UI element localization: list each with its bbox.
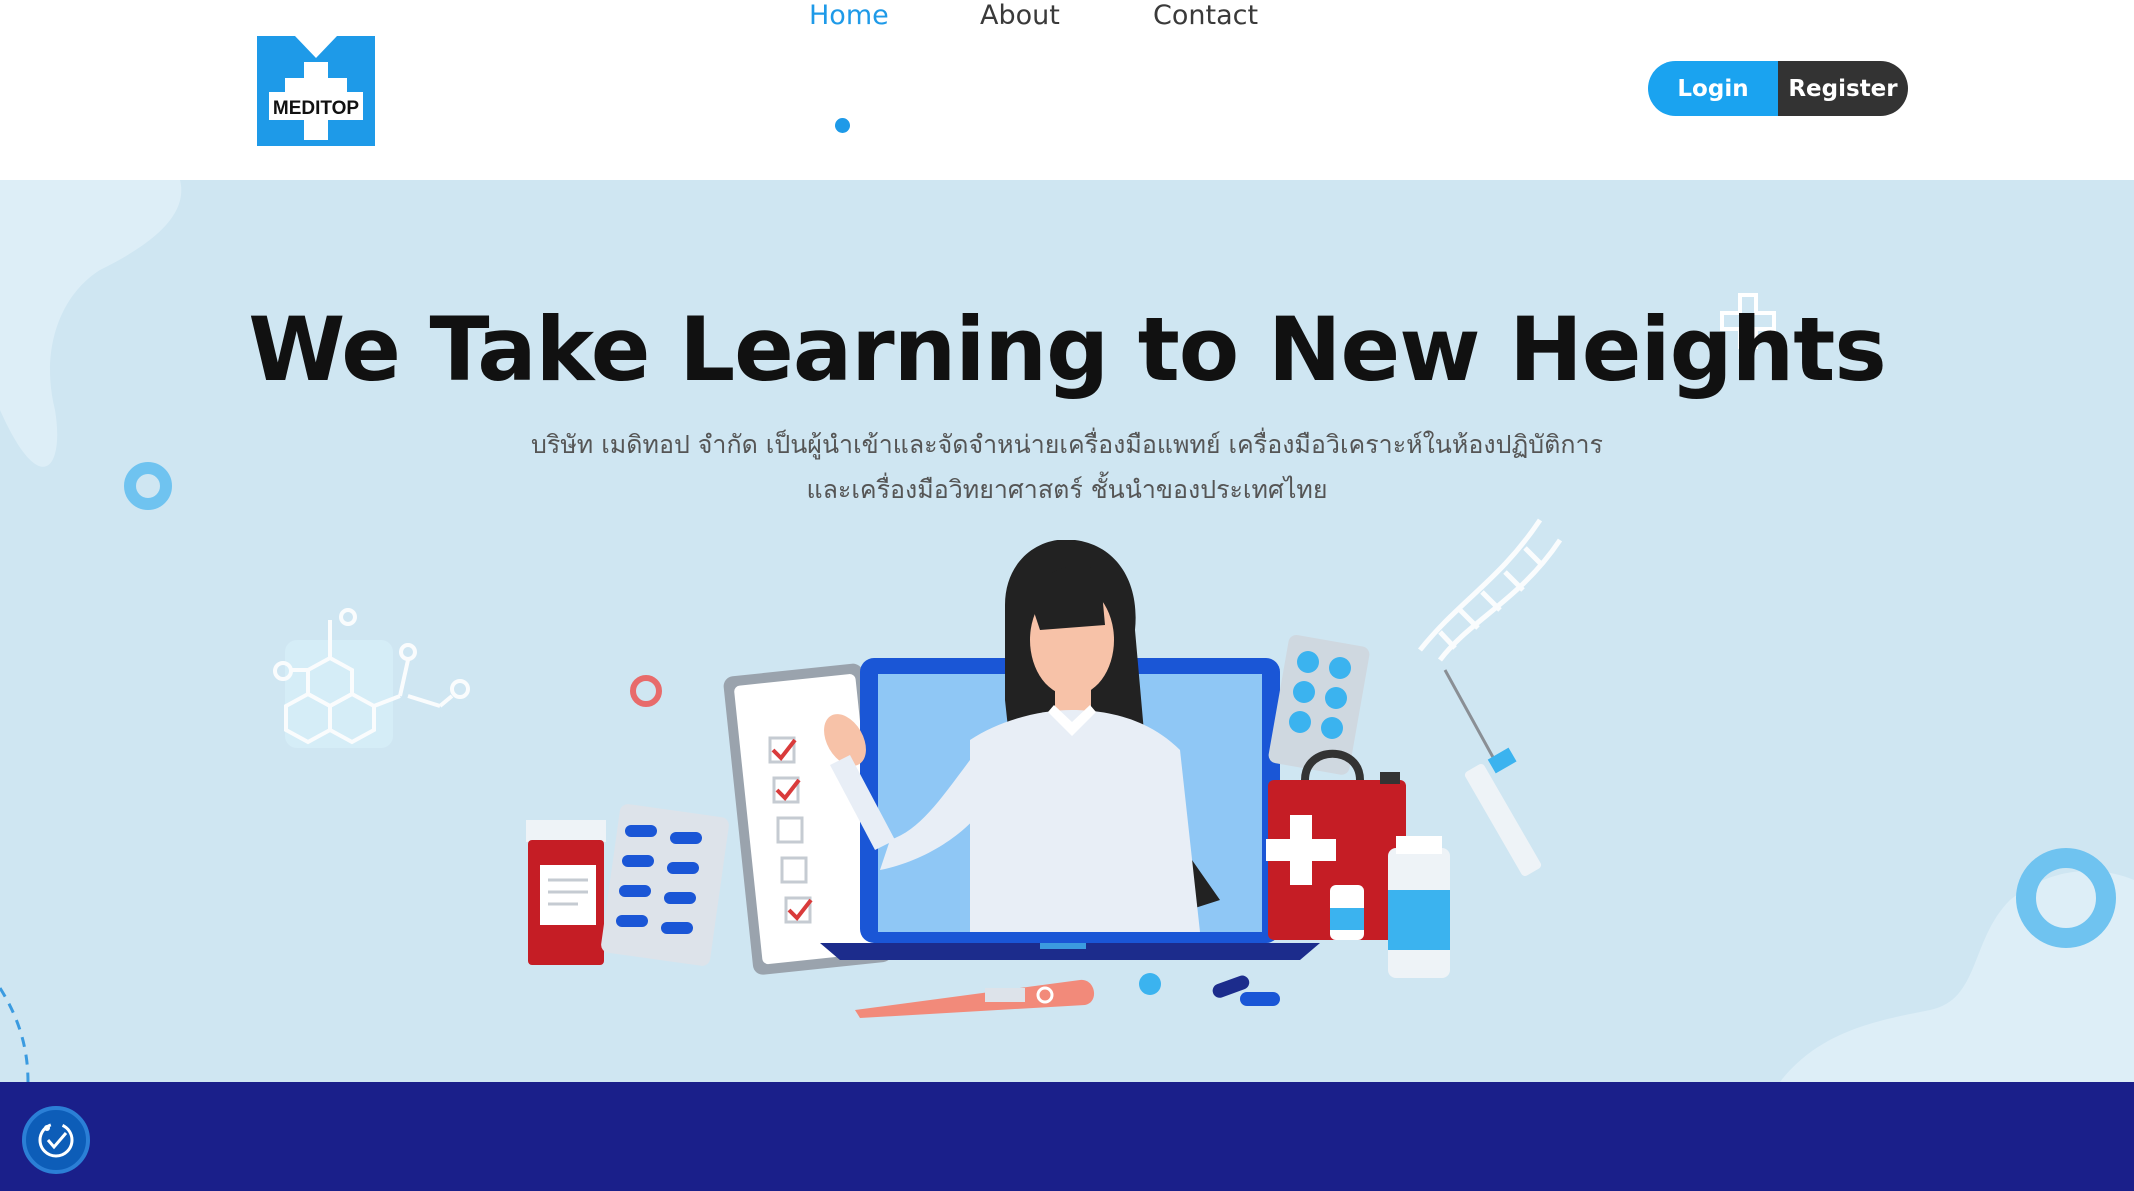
login-button[interactable]: Login (1648, 61, 1778, 116)
logo-text: MEDITOP (273, 98, 360, 119)
thermometer-icon (855, 979, 1095, 1018)
hero-subtitle: บริษัท เมดิทอป จำกัด เป็นผู้นำเข้าและจัด… (0, 422, 2134, 512)
register-button[interactable]: Register (1778, 61, 1908, 116)
hero-section: We Take Learning to New Heights บริษัท เ… (0, 180, 2134, 1082)
auth-buttons: Login Register (1648, 61, 1908, 116)
meditop-logo-icon: MEDITOP (257, 36, 375, 146)
capsule-pack-icon (601, 804, 729, 966)
molecule-icon (273, 608, 470, 748)
meditop-logo[interactable]: MEDITOP (257, 34, 375, 146)
hero-subtitle-line2: และเครื่องมือวิทยาศาสตร์ ชั้นนำของประเทศ… (806, 475, 1328, 504)
accessibility-button[interactable] (22, 1106, 90, 1174)
syringe-icon (1443, 669, 1542, 876)
nav-about[interactable]: About (980, 0, 1060, 31)
doctor-laptop-medical-illustration (526, 540, 1542, 1018)
pill-bottle-icon (526, 820, 606, 965)
footer-band (0, 1082, 2134, 1191)
hero-title: We Take Learning to New Heights (248, 298, 1886, 401)
active-nav-indicator (835, 118, 850, 133)
site-header: MEDITOP Home About Contact Login Registe… (0, 0, 2134, 180)
hero-subtitle-line1: บริษัท เมดิทอป จำกัด เป็นผู้นำเข้าและจัด… (531, 430, 1603, 459)
nav-home[interactable]: Home (809, 0, 889, 31)
loose-pills-icon (1139, 973, 1280, 1006)
nav-contact[interactable]: Contact (1153, 0, 1258, 31)
accessibility-icon (38, 1122, 74, 1158)
